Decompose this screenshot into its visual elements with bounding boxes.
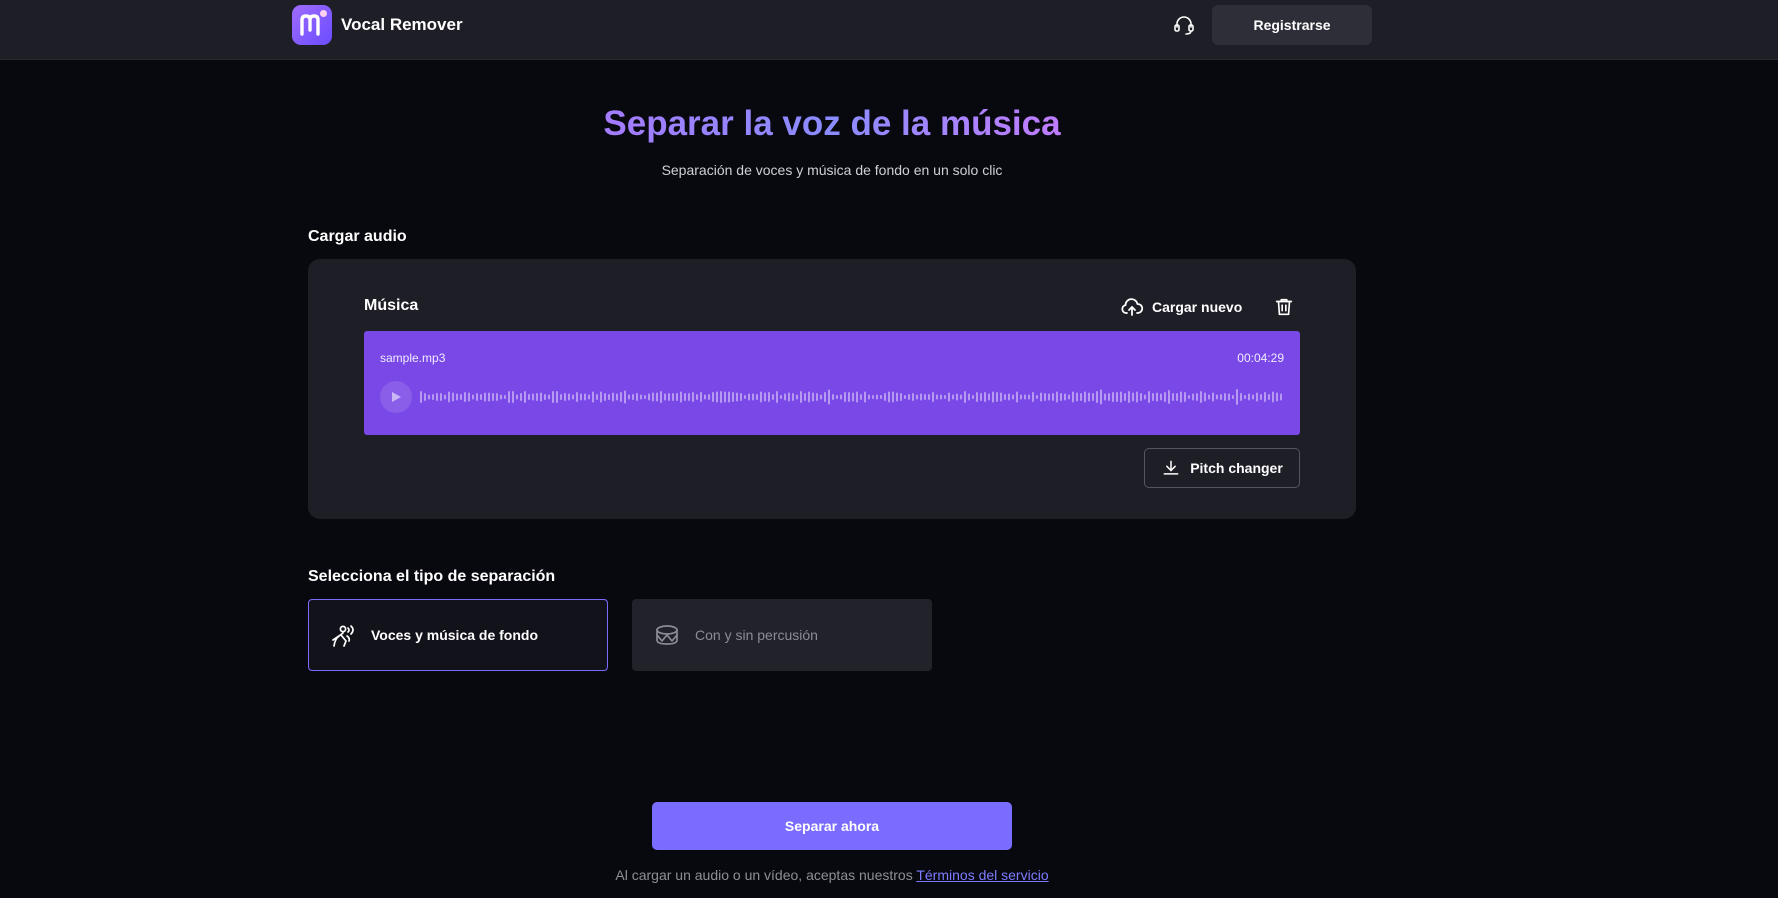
- terms-notice: Al cargar un audio o un vídeo, aceptas n…: [0, 867, 1664, 883]
- brand-name: Vocal Remover: [341, 15, 463, 34]
- pitch-changer-button[interactable]: Pitch changer: [1144, 448, 1300, 488]
- register-button[interactable]: Registrarse: [1212, 5, 1372, 45]
- audio-player: sample.mp3 00:04:29: [364, 331, 1300, 435]
- play-icon[interactable]: [380, 381, 412, 413]
- upload-section-label: Cargar audio: [308, 228, 407, 245]
- app-logo-icon: [292, 5, 332, 45]
- cloud-upload-icon: [1121, 298, 1144, 316]
- terms-of-service-link[interactable]: Términos del servicio: [916, 867, 1048, 883]
- option-percussion[interactable]: Con y sin percusión: [632, 599, 932, 671]
- drum-icon: [656, 625, 678, 645]
- option-label: Con y sin percusión: [695, 627, 818, 643]
- upload-new-button[interactable]: Cargar nuevo: [1120, 295, 1242, 319]
- option-vocals-and-background[interactable]: Voces y música de fondo: [308, 599, 608, 671]
- brand[interactable]: Vocal Remover: [292, 5, 463, 45]
- singing-person-icon: [332, 625, 354, 647]
- upload-new-label: Cargar nuevo: [1152, 299, 1243, 315]
- option-label: Voces y música de fondo: [371, 627, 539, 643]
- trash-icon[interactable]: [1272, 295, 1296, 319]
- upload-card: Música Cargar nuevo sample.mp3 00:04:29: [308, 259, 1356, 519]
- headset-support-icon[interactable]: [1170, 11, 1198, 39]
- file-name: sample.mp3: [380, 351, 446, 365]
- pitch-changer-label: Pitch changer: [1190, 460, 1283, 476]
- separate-now-button[interactable]: Separar ahora: [652, 802, 1012, 850]
- terms-prefix: Al cargar un audio o un vídeo, aceptas n…: [615, 867, 913, 883]
- track-label: Música: [364, 297, 419, 314]
- waveform[interactable]: [420, 381, 1284, 413]
- page-subtitle: Separación de voces y música de fondo en…: [661, 162, 1003, 178]
- top-bar: Vocal Remover Registrarse: [0, 0, 1778, 60]
- separation-section-label: Selecciona el tipo de separación: [308, 568, 556, 585]
- download-icon: [1163, 460, 1179, 475]
- page-title: Separar la voz de la música: [603, 104, 1061, 143]
- track-duration: 00:04:29: [1237, 351, 1284, 365]
